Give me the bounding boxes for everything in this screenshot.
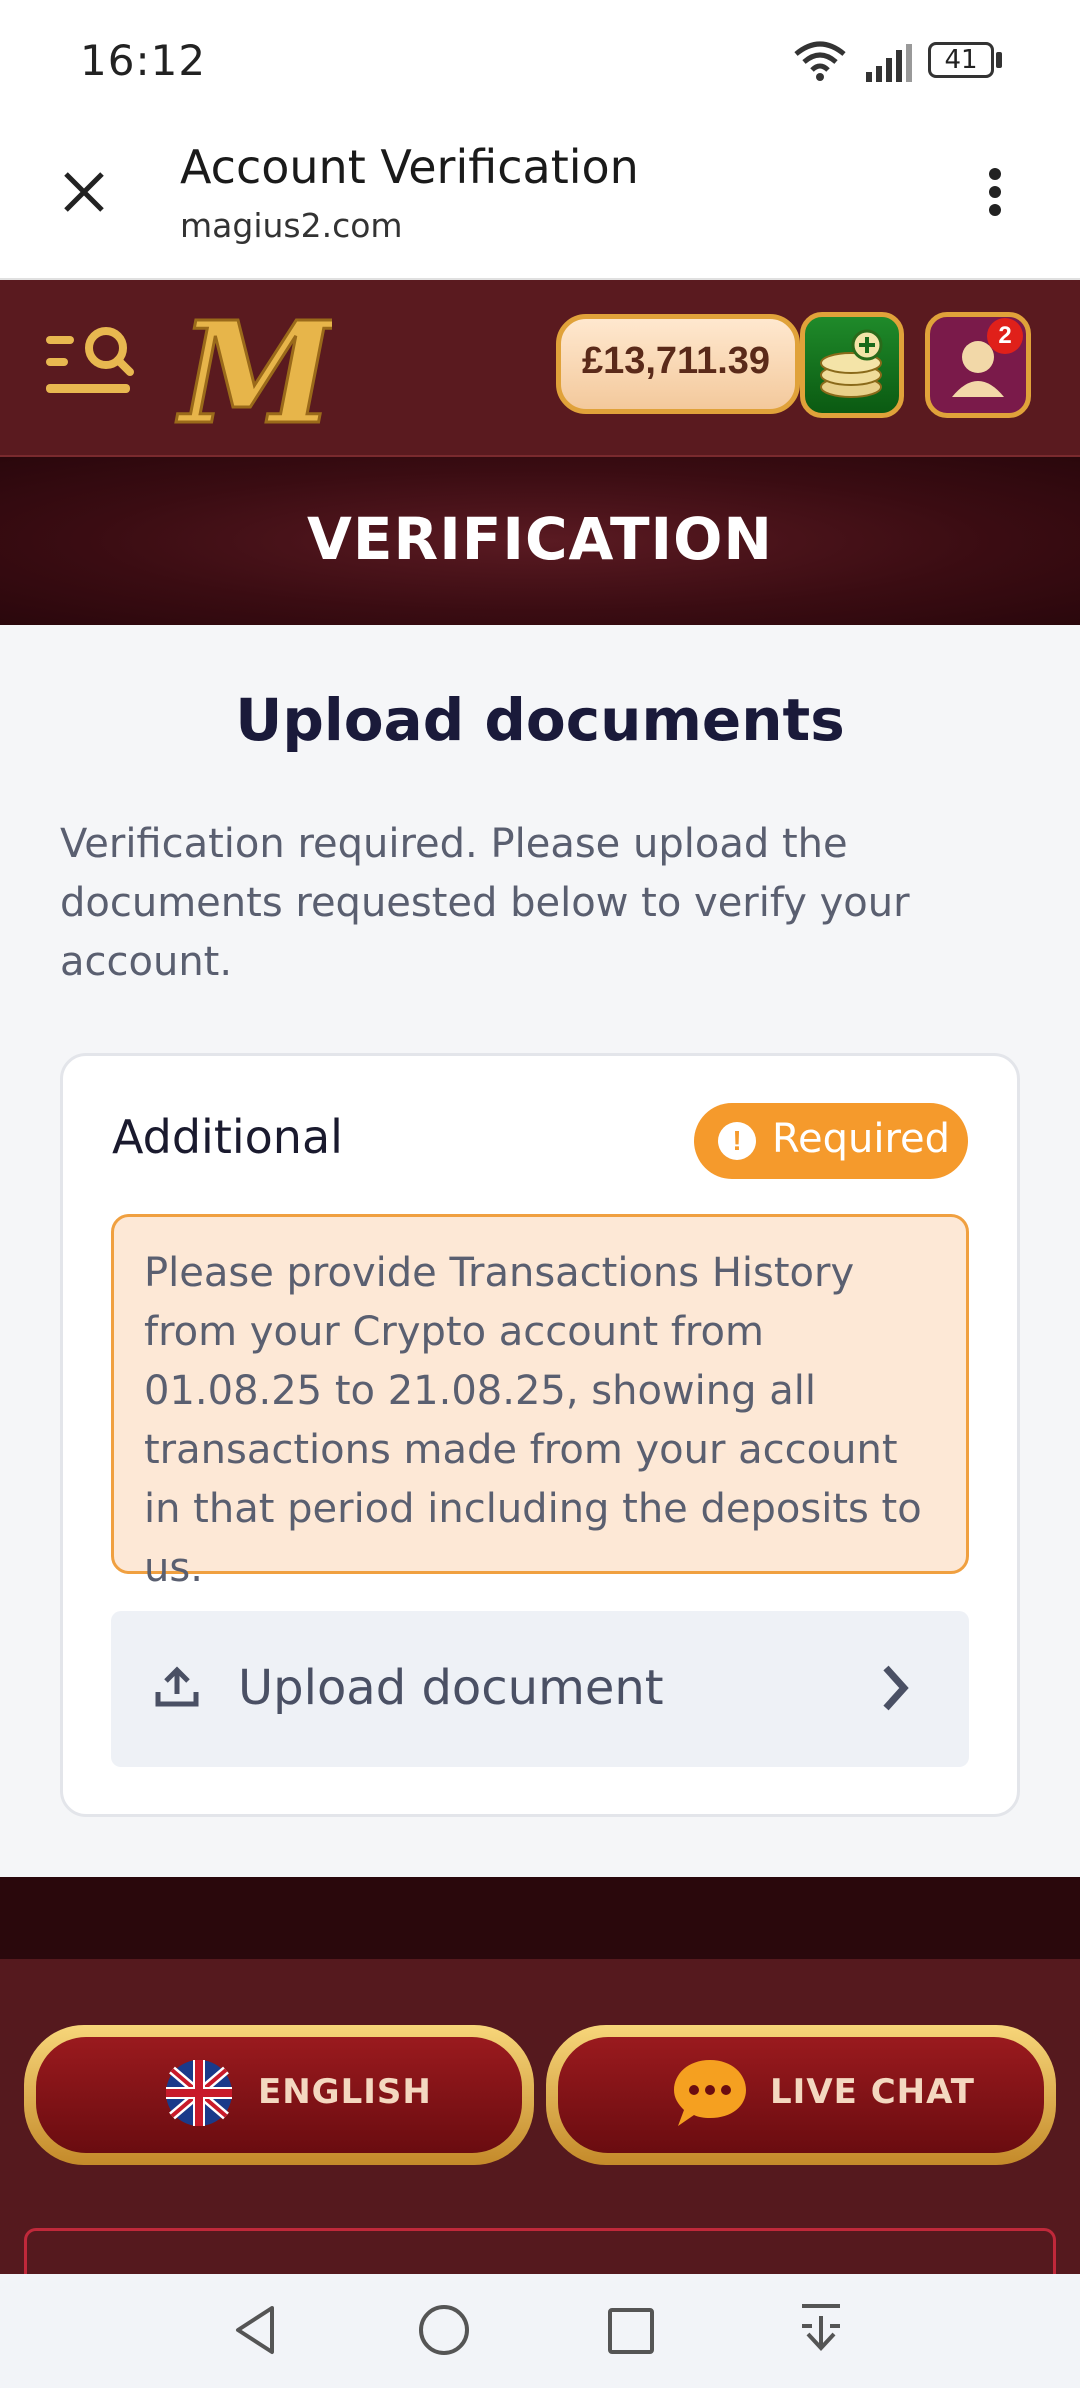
deposit-button[interactable] bbox=[800, 312, 904, 418]
close-icon[interactable] bbox=[62, 170, 106, 214]
status-badge-label: Required bbox=[772, 1116, 951, 1162]
upload-document-label: Upload document bbox=[238, 1660, 664, 1716]
battery-level: 41 bbox=[944, 45, 978, 75]
battery-icon: 41 bbox=[928, 42, 994, 78]
chat-bubble-icon bbox=[674, 2060, 746, 2126]
live-chat-label: LIVE CHAT bbox=[770, 2072, 975, 2112]
coins-plus-icon bbox=[820, 329, 883, 398]
battery-tip bbox=[996, 52, 1002, 68]
svg-text:M: M bbox=[176, 304, 332, 444]
card-title: Additional bbox=[112, 1110, 343, 1164]
footer-divider bbox=[0, 1877, 1080, 1959]
footer-panel-edge bbox=[24, 2228, 1056, 2278]
back-icon[interactable] bbox=[230, 2302, 280, 2358]
alert-icon: ! bbox=[718, 1122, 756, 1160]
page-url: magius2.com bbox=[180, 206, 403, 245]
signal-icon bbox=[866, 44, 912, 82]
language-label: ENGLISH bbox=[258, 2072, 432, 2112]
more-options-icon[interactable] bbox=[986, 166, 1004, 218]
uk-flag-icon bbox=[166, 2060, 232, 2126]
upload-icon bbox=[155, 1666, 199, 1707]
system-nav-bar bbox=[0, 2274, 1080, 2388]
menu-search-icon[interactable] bbox=[46, 322, 134, 406]
wifi-icon bbox=[794, 41, 846, 81]
request-note-text: Please provide Transactions History from… bbox=[144, 1250, 922, 1591]
upload-heading: Upload documents bbox=[235, 686, 845, 754]
status-time: 16:12 bbox=[80, 36, 207, 85]
balance-amount: £13,711.39 bbox=[581, 340, 771, 382]
site-header bbox=[0, 280, 1080, 458]
site-logo[interactable]: M bbox=[172, 291, 341, 458]
banner-title: VERIFICATION bbox=[307, 505, 773, 573]
recents-icon[interactable] bbox=[606, 2306, 656, 2356]
page-title: Account Verification bbox=[180, 140, 639, 194]
download-icon[interactable] bbox=[798, 2300, 844, 2356]
chevron-right-icon bbox=[883, 1665, 909, 1711]
notification-badge: 2 bbox=[987, 318, 1023, 354]
home-icon[interactable] bbox=[416, 2302, 472, 2358]
intro-text: Verification required. Please upload the… bbox=[60, 821, 910, 985]
